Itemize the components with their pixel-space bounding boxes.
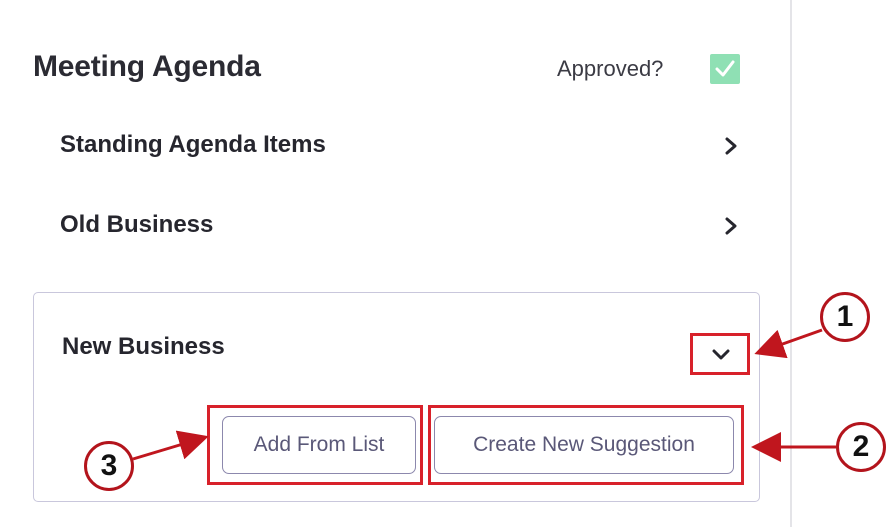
- chevron-down-icon: [712, 349, 730, 360]
- chevron-right-icon: [725, 217, 737, 235]
- section-old-business[interactable]: Old Business: [60, 205, 750, 245]
- checkmark-icon: [715, 60, 735, 77]
- section-new-business: New Business Add From List Create New Su…: [33, 292, 760, 502]
- section-label: Old Business: [60, 211, 214, 238]
- panel-title: Meeting Agenda: [33, 50, 261, 83]
- collapse-toggle-button[interactable]: [690, 333, 750, 375]
- chevron-right-icon: [725, 137, 737, 155]
- section-label: New Business: [62, 333, 225, 360]
- callout-badge-1: 1: [820, 292, 870, 342]
- section-label: Standing Agenda Items: [60, 131, 326, 158]
- approved-label: Approved?: [557, 56, 664, 81]
- screenshot-stage: Meeting Agenda Approved? Standing Agenda…: [0, 0, 888, 527]
- callout-badge-3: 3: [84, 441, 134, 491]
- callout-badge-2: 2: [836, 422, 886, 472]
- create-new-suggestion-button[interactable]: Create New Suggestion: [434, 416, 734, 474]
- add-from-list-button[interactable]: Add From List: [222, 416, 416, 474]
- section-standing-agenda-items[interactable]: Standing Agenda Items: [60, 125, 750, 165]
- approved-checkbox[interactable]: [710, 54, 740, 84]
